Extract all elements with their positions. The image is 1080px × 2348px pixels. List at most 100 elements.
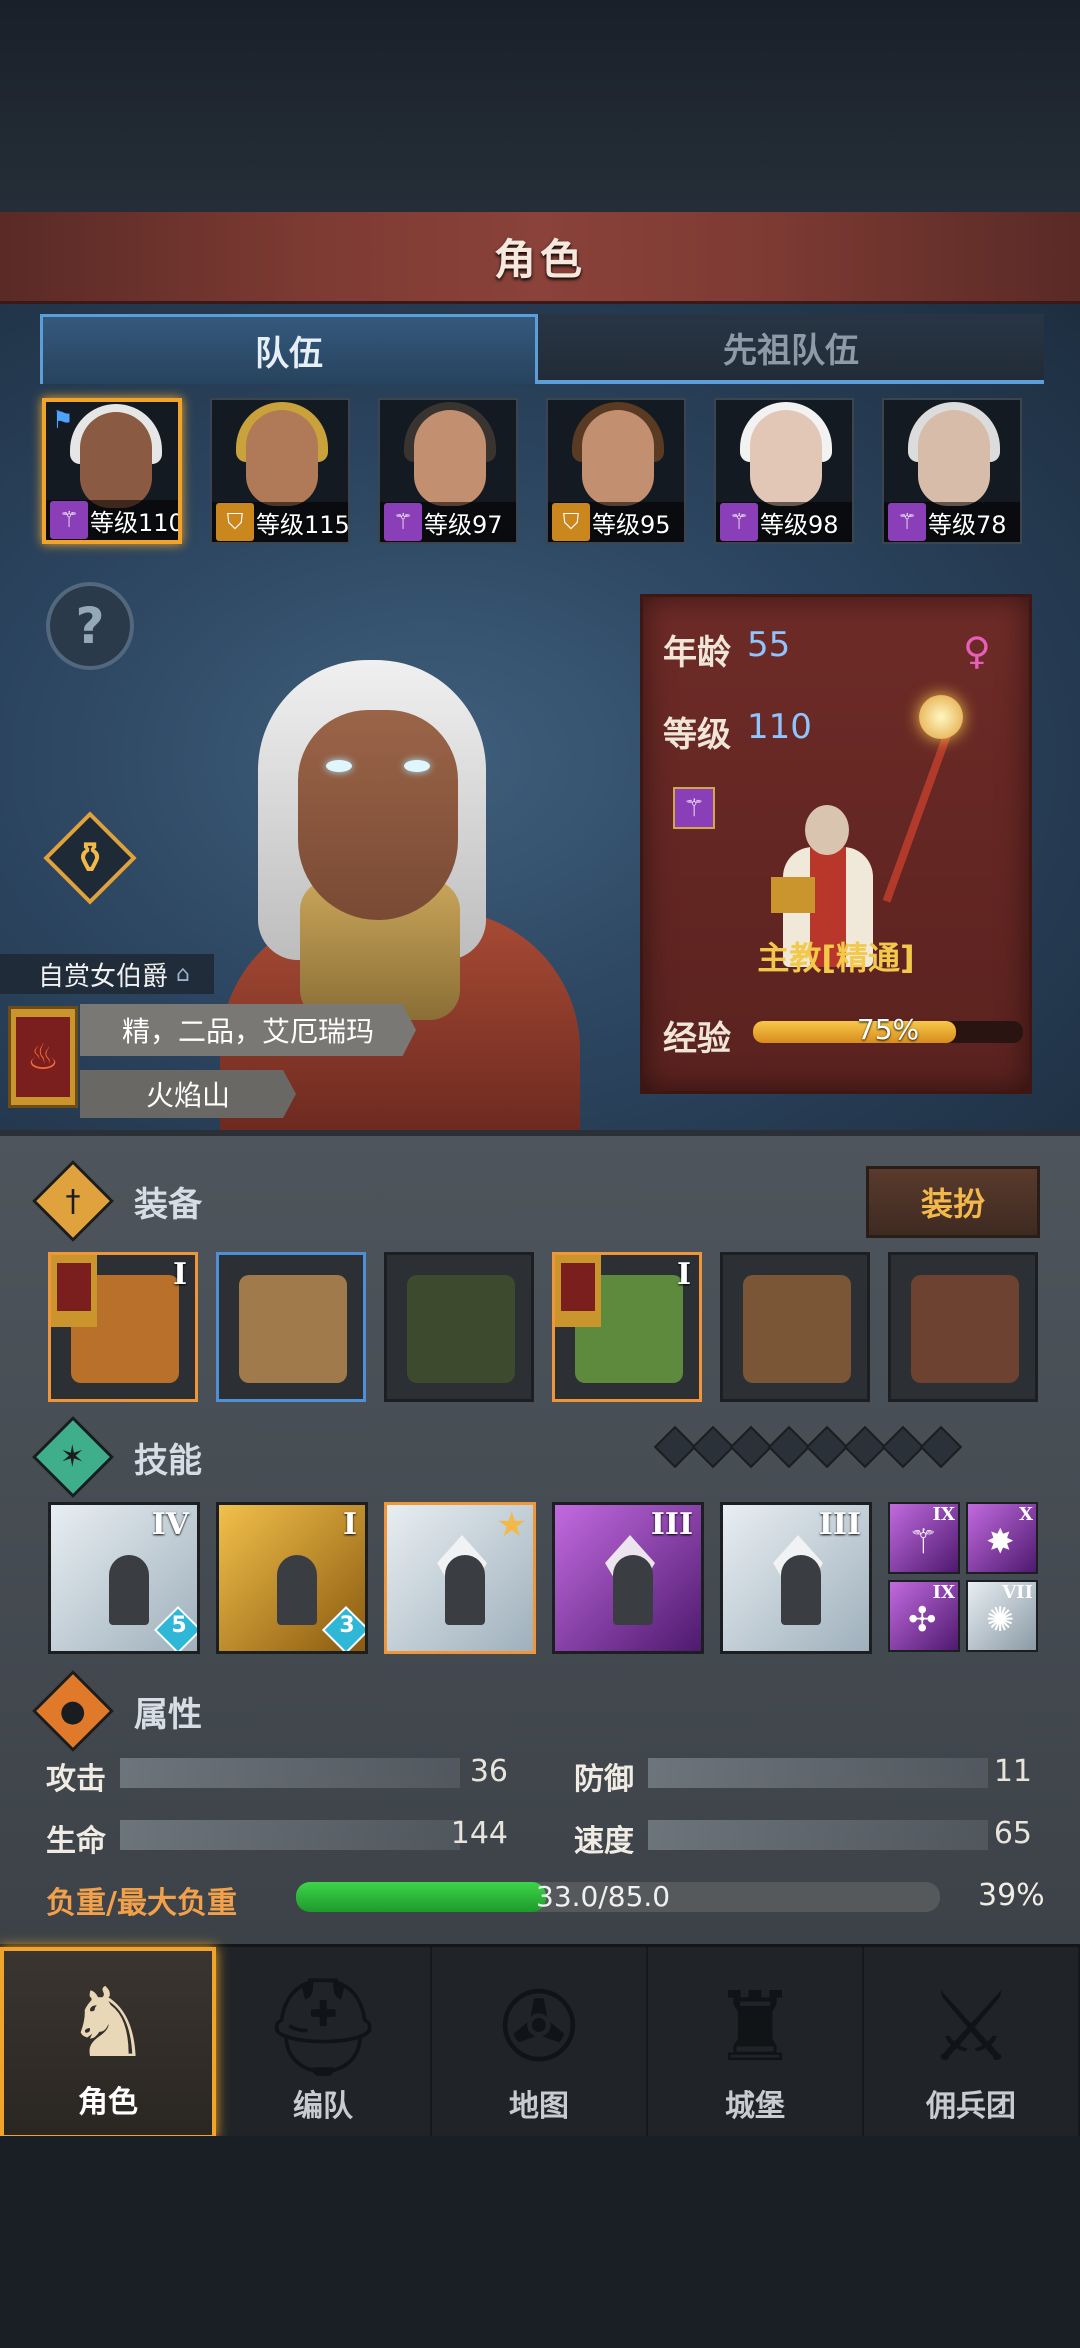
mini-skill-1[interactable]: ⚚ IX: [888, 1502, 960, 1574]
nav-mercenary[interactable]: ⚔ 佣兵团: [864, 1947, 1080, 2139]
tab-ancestor-party[interactable]: 先祖队伍: [538, 314, 1044, 384]
mini-skill-2[interactable]: ✸ X: [966, 1502, 1038, 1574]
portrait-level-bar: ⚚ 等级98: [716, 502, 852, 542]
skill-point-icon: [767, 1425, 811, 1469]
top-status-area: [0, 0, 1080, 212]
caster-figure-icon: [613, 1555, 653, 1625]
item-tier: I: [676, 1257, 691, 1292]
bottom-navigation: ♞ 角色 ⛑ 编队 ✇ 地图 ♜ 城堡 ⚔ 佣兵团: [0, 1944, 1080, 2139]
noble-title: 自赏女伯爵: [38, 961, 169, 992]
noble-title-tag[interactable]: 自赏女伯爵 ⌂: [0, 954, 214, 994]
skill-slot-5[interactable]: III: [720, 1502, 872, 1654]
skill-point-icon: [653, 1425, 697, 1469]
mercenary-icon: ⚔: [927, 1971, 1015, 2083]
party-member-3[interactable]: ⚚ 等级97: [378, 398, 518, 544]
mini-skill-3[interactable]: ✣ IX: [888, 1580, 960, 1652]
mini-skill-tier: IX: [932, 1582, 955, 1603]
helmet-icon: ⛑: [262, 1971, 384, 2083]
defense-value: 11: [993, 1754, 1032, 1789]
portrait-level-text: 等级98: [760, 510, 839, 539]
skill-point-icon: [843, 1425, 887, 1469]
mini-skill-4[interactable]: ✺ VII: [966, 1580, 1038, 1652]
portrait-level-text: 等级97: [424, 510, 503, 539]
mini-skill-glyph-icon: ✺: [986, 1600, 1015, 1640]
faction-banner-icon[interactable]: ♨: [8, 1006, 78, 1108]
skill-slot-2[interactable]: I3: [216, 1502, 368, 1654]
nav-knight[interactable]: ♞ 角色: [0, 1947, 216, 2139]
equipment-title: 装备: [134, 1184, 202, 1225]
class-staff-icon: ⚚: [673, 787, 715, 829]
party-member-6[interactable]: ⚚ 等级78: [882, 398, 1022, 544]
portrait-level-bar: ⛉ 等级95: [548, 502, 684, 542]
attack-row: 攻击 36: [46, 1750, 508, 1797]
equipment-slot-dragon-weapon[interactable]: I: [48, 1252, 198, 1402]
help-button[interactable]: ?: [46, 582, 134, 670]
homeland-plate: 火焰山: [80, 1070, 296, 1118]
party-member-4[interactable]: ⛉ 等级95: [546, 398, 686, 544]
portrait-face: [414, 410, 486, 506]
knight-icon: ♞: [64, 1967, 152, 2079]
nav-helmet[interactable]: ⛑ 编队: [216, 1947, 432, 2139]
portrait-face: [918, 410, 990, 506]
experience-row: 经验 75%: [663, 1011, 1023, 1059]
question-icon: ?: [75, 597, 105, 655]
portrait-face: [246, 410, 318, 506]
leader-flag-icon: ⚑: [52, 406, 74, 434]
potion-button[interactable]: ⚱: [43, 811, 137, 905]
staff-icon: ⚚: [50, 501, 88, 539]
homeland-name: 火焰山: [145, 1079, 230, 1112]
portrait-face: [582, 410, 654, 506]
exp-percent: 75%: [856, 1013, 920, 1046]
skill-slot-3[interactable]: ★: [384, 1502, 536, 1654]
skill-tier: III: [650, 1507, 693, 1542]
hp-label: 生命: [46, 1824, 106, 1859]
equipment-slot-wooden-shield[interactable]: [216, 1252, 366, 1402]
nav-compass-map[interactable]: ✇ 地图: [432, 1947, 648, 2139]
load-bar-fill: [296, 1882, 546, 1912]
attack-label: 攻击: [46, 1762, 106, 1797]
skill-tier: III: [818, 1507, 861, 1542]
portrait-level-text: 等级78: [928, 510, 1007, 539]
party-member-2[interactable]: ⛉ 等级115: [210, 398, 350, 544]
character-portrait: [180, 640, 580, 1130]
dress-up-button[interactable]: 装扮: [866, 1166, 1040, 1238]
nav-label: 编队: [293, 2089, 353, 2124]
load-label: 负重/最大负重: [46, 1886, 237, 1921]
person-icon: ●: [31, 1669, 115, 1753]
wooden-shield-icon: [239, 1275, 347, 1383]
speed-value: 65: [993, 1816, 1032, 1851]
party-member-5[interactable]: ⚚ 等级98: [714, 398, 854, 544]
party-member-1[interactable]: ⚑ ⚚ 等级110: [42, 398, 182, 544]
faction-badge-icon: [51, 1255, 97, 1327]
nav-label: 角色: [78, 2085, 138, 2120]
portrait-face: [80, 412, 152, 508]
mini-skill-glyph-icon: ✣: [908, 1600, 937, 1640]
hood-icon: [407, 1275, 515, 1383]
exp-bar: 75%: [753, 1013, 1023, 1046]
nav-castle[interactable]: ♜ 城堡: [648, 1947, 864, 2139]
skill-tier: I: [342, 1507, 357, 1542]
item-tier: I: [172, 1257, 187, 1292]
equipment-slot-hood[interactable]: [384, 1252, 534, 1402]
nav-label: 城堡: [725, 2089, 785, 2124]
level-label: 等级: [663, 715, 731, 755]
leather-boots-icon: [743, 1275, 851, 1383]
tab-party[interactable]: 队伍: [40, 314, 538, 384]
equipment-slot-tome[interactable]: [888, 1252, 1038, 1402]
tome-icon: [911, 1275, 1019, 1383]
skill-slot-4[interactable]: III: [552, 1502, 704, 1654]
character-info-panel: 年龄 55 ♀ 等级 110 ⚚ 主教[精通] 经验 75%: [640, 594, 1032, 1094]
mini-skill-glyph-icon: ✸: [986, 1522, 1015, 1562]
portrait-level-text: 等级115: [256, 510, 350, 539]
flame-icon: ♨: [16, 1017, 70, 1097]
character-name: 精，二品，艾厄瑞玛: [121, 1015, 374, 1048]
staff-icon: ⚚: [888, 503, 926, 541]
equipment-slot-green-armor[interactable]: I: [552, 1252, 702, 1402]
hp-value: 144: [450, 1816, 508, 1851]
star-burst-icon: ✶: [31, 1415, 115, 1499]
skill-slot-1[interactable]: IV 5: [48, 1502, 200, 1654]
attributes-header: ● 属性: [31, 1669, 1046, 1753]
equipment-slot-leather-boots[interactable]: [720, 1252, 870, 1402]
portrait-face: [750, 410, 822, 506]
portrait-level-text: 等级110: [90, 508, 182, 537]
